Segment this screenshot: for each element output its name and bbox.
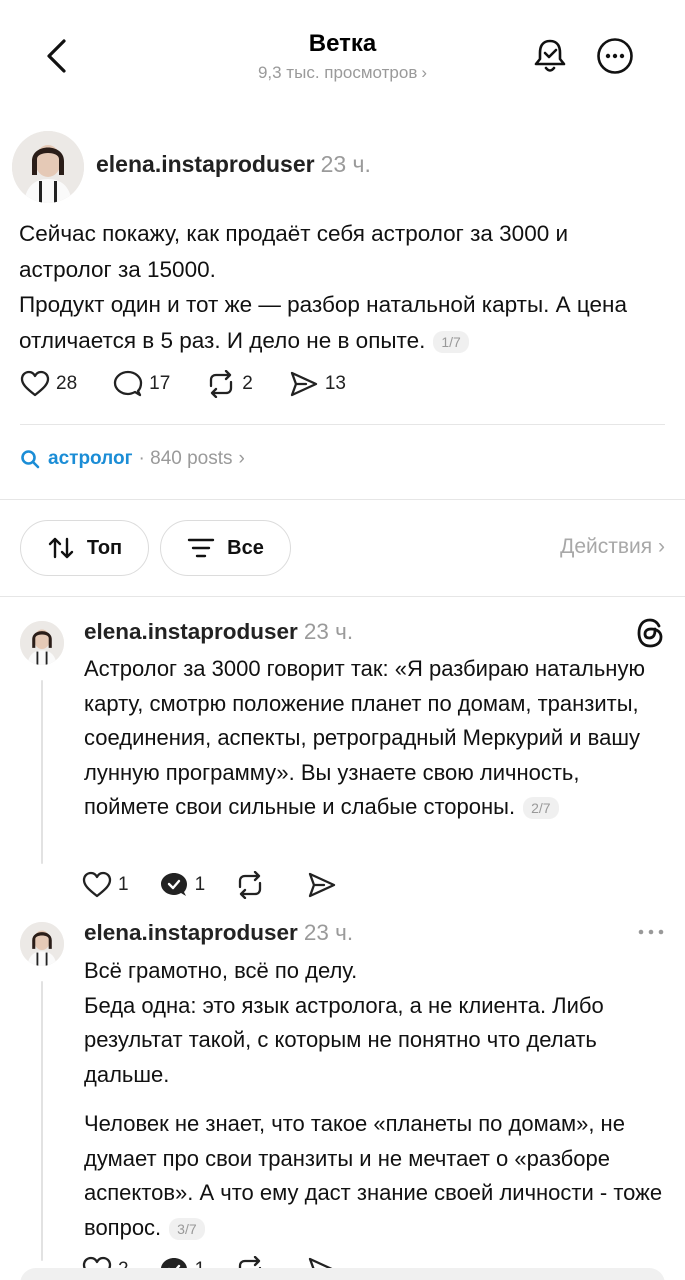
tag-name: астролог: [48, 448, 133, 469]
post-time: 23 ч.: [320, 151, 371, 177]
more-circle-icon: [597, 38, 633, 74]
repost-count: 2: [242, 373, 253, 394]
thread-line: [41, 981, 43, 1261]
threads-logo[interactable]: [636, 617, 666, 654]
share-icon: [309, 872, 336, 898]
repost-icon: [239, 871, 262, 899]
share-icon: [290, 371, 318, 397]
reply-paragraph: Всё грамотно, всё по делу.: [84, 958, 358, 983]
like-button[interactable]: 1: [82, 871, 129, 899]
username[interactable]: elena.instaproduser: [96, 151, 315, 177]
username[interactable]: elena.instaproduser: [84, 920, 298, 945]
page-indicator: 2/7: [523, 797, 559, 820]
notify-button[interactable]: [530, 36, 570, 76]
chevron-right-icon: ›: [238, 448, 245, 469]
repost-button[interactable]: [235, 871, 271, 899]
post-text: Сейчас покажу, как продаёт себя астролог…: [19, 216, 659, 358]
page-indicator: 3/7: [169, 1217, 205, 1240]
reply-paragraph-3: Человек не знает, что такое «планеты по …: [84, 1107, 664, 1245]
filter-button[interactable]: Все: [160, 520, 291, 576]
chevron-right-icon: ›: [658, 535, 665, 558]
actions-label: Действия: [560, 535, 653, 558]
like-button[interactable]: 28: [20, 370, 77, 398]
avatar-image: [12, 131, 84, 203]
repost-button[interactable]: 2: [206, 370, 253, 398]
comment-count: 17: [149, 373, 171, 394]
post-header: elena.instaproduser 23 ч.: [96, 151, 371, 178]
reply-actions: 1 1: [82, 871, 379, 899]
like-count: 1: [118, 874, 129, 895]
like-count: 28: [56, 373, 78, 394]
thread-line: [41, 680, 43, 864]
comment-count: 1: [194, 874, 206, 895]
page-title: Ветка: [308, 30, 377, 57]
share-button[interactable]: [307, 871, 343, 899]
reply-time: 23 ч.: [303, 619, 354, 644]
divider: [0, 596, 685, 597]
post-paragraph: Продукт один и тот же — разбор натальной…: [19, 292, 627, 353]
sort-label: Топ: [86, 536, 123, 559]
repost-icon: [210, 370, 233, 398]
header: Ветка 9,3 тыс. просмотров ›: [0, 0, 685, 110]
sort-button[interactable]: Топ: [20, 520, 149, 576]
views-count[interactable]: 9,3 тыс. просмотров ›: [0, 63, 685, 83]
post-paragraph: Сейчас покажу, как продаёт себя астролог…: [19, 221, 569, 282]
avatar-image: [20, 922, 64, 966]
share-button[interactable]: 13: [289, 370, 346, 398]
comment-icon: [113, 370, 143, 397]
reply-paragraph: Астролог за 3000 говорит так: «Я разбира…: [84, 656, 645, 819]
share-count: 13: [324, 373, 346, 394]
heart-icon: [20, 370, 50, 397]
author-replied-button[interactable]: 1: [159, 871, 206, 899]
reply-more-button[interactable]: [636, 920, 666, 944]
reply-composer-bar[interactable]: [20, 1268, 665, 1280]
more-dots-icon: [638, 929, 664, 935]
username[interactable]: elena.instaproduser: [84, 619, 298, 644]
reply-text: Астролог за 3000 говорит так: «Я разбира…: [84, 652, 664, 825]
topic-tag[interactable]: астролог · 840 posts ›: [20, 448, 245, 470]
post-paragraph-2: Продукт один и тот же — разбор натальной…: [19, 287, 659, 358]
avatar[interactable]: [12, 131, 84, 203]
tag-post-count: · 840 posts: [138, 448, 233, 469]
page-indicator: 1/7: [433, 330, 469, 353]
filter-label: Все: [227, 536, 264, 559]
divider: [20, 424, 665, 425]
actions-link[interactable]: Действия ›: [560, 535, 665, 559]
reply-paragraph: Беда одна: это язык астролога, а не клие…: [84, 992, 604, 1087]
comment-button[interactable]: 17: [113, 370, 170, 398]
search-icon: [21, 450, 40, 469]
reply-header: elena.instaproduser 23 ч.: [84, 619, 353, 645]
reply-text: Всё грамотно, всё по делу. Беда одна: эт…: [84, 954, 664, 1245]
divider: [0, 499, 685, 500]
views-label: 9,3 тыс. просмотров: [257, 63, 418, 82]
post-actions: 28 17 2 13: [20, 370, 382, 398]
chevron-right-icon: ›: [421, 63, 428, 82]
bell-check-icon: [534, 39, 566, 72]
avatar[interactable]: [20, 621, 64, 665]
filter-icon: [187, 538, 215, 558]
sort-arrows-icon: [48, 537, 74, 559]
threads-logo-icon: [637, 618, 663, 648]
more-button[interactable]: [595, 36, 635, 76]
avatar[interactable]: [20, 922, 64, 966]
heart-icon: [82, 871, 112, 898]
reply-header: elena.instaproduser 23 ч.: [84, 920, 353, 946]
comment-check-icon: [160, 873, 187, 896]
avatar-image: [20, 621, 64, 665]
reply-time: 23 ч.: [303, 920, 354, 945]
